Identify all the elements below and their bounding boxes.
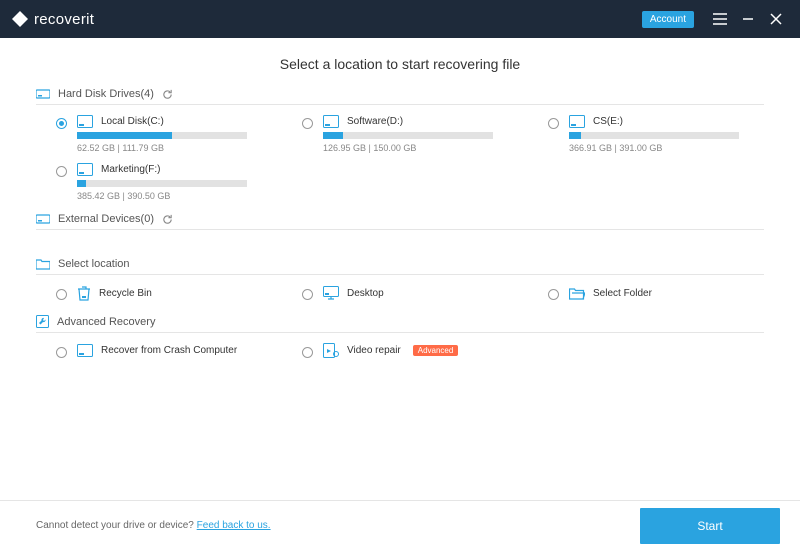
drive-size: 126.95 GB | 150.00 GB	[323, 143, 518, 153]
advanced-video-repair[interactable]: Video repair Advanced	[302, 343, 518, 358]
location-grid: Recycle Bin Desktop Select Folder	[36, 285, 764, 301]
drive-item-c[interactable]: Local Disk(C:) 62.52 GB | 111.79 GB	[56, 115, 272, 153]
radio-desktop[interactable]	[302, 289, 313, 300]
usage-bar	[323, 132, 493, 139]
drive-name: Local Disk(C:)	[101, 116, 164, 127]
drive-name: CS(E:)	[593, 116, 623, 127]
start-button[interactable]: Start	[640, 508, 780, 544]
drive-icon	[36, 88, 50, 100]
folder-icon	[36, 258, 50, 270]
video-repair-icon	[323, 343, 339, 358]
divider	[36, 332, 764, 333]
app-name: recoverit	[34, 11, 94, 28]
location-name: Select Folder	[593, 288, 652, 299]
radio-drive-c[interactable]	[56, 118, 67, 129]
divider	[36, 274, 764, 275]
page-title: Select a location to start recovering fi…	[36, 56, 764, 72]
app-window: recoverit Account Select a location to s…	[0, 0, 800, 550]
disk-icon	[569, 115, 585, 128]
titlebar: recoverit Account	[0, 0, 800, 38]
footer-prompt: Cannot detect your drive or device? Feed…	[36, 520, 271, 531]
location-name: Desktop	[347, 288, 384, 299]
feedback-link[interactable]: Feed back to us.	[197, 520, 271, 531]
drive-icon	[36, 213, 50, 225]
disk-icon	[77, 344, 93, 357]
section-label: Hard Disk Drives(4)	[58, 88, 154, 100]
refresh-icon[interactable]	[162, 214, 173, 225]
advanced-name: Recover from Crash Computer	[101, 345, 237, 356]
disk-icon	[77, 115, 93, 128]
section-header-location: Select location	[36, 258, 764, 270]
drive-item-f[interactable]: Marketing(F:) 385.42 GB | 390.50 GB	[56, 163, 272, 201]
recycle-bin-icon	[77, 285, 91, 301]
drive-size: 366.91 GB | 391.00 GB	[569, 143, 764, 153]
location-recycle-bin[interactable]: Recycle Bin	[56, 285, 272, 301]
usage-bar	[569, 132, 739, 139]
section-label: External Devices(0)	[58, 213, 154, 225]
radio-drive-e[interactable]	[548, 118, 559, 129]
menu-icon[interactable]	[708, 7, 732, 31]
close-icon[interactable]	[764, 7, 788, 31]
logo-icon	[12, 11, 28, 27]
section-header-external: External Devices(0)	[36, 213, 764, 225]
section-label: Select location	[58, 258, 130, 270]
radio-select-folder[interactable]	[548, 289, 559, 300]
wrench-icon	[36, 315, 49, 328]
account-button[interactable]: Account	[642, 11, 694, 28]
desktop-icon	[323, 286, 339, 300]
advanced-badge: Advanced	[413, 345, 459, 356]
section-header-drives: Hard Disk Drives(4)	[36, 88, 764, 100]
drive-size: 385.42 GB | 390.50 GB	[77, 191, 272, 201]
drive-item-e[interactable]: CS(E:) 366.91 GB | 391.00 GB	[548, 115, 764, 153]
folder-open-icon	[569, 287, 585, 300]
radio-drive-d[interactable]	[302, 118, 313, 129]
advanced-name: Video repair	[347, 345, 401, 356]
advanced-crash-recovery[interactable]: Recover from Crash Computer	[56, 343, 272, 358]
footer: Cannot detect your drive or device? Feed…	[0, 500, 800, 550]
drive-size: 62.52 GB | 111.79 GB	[77, 143, 272, 153]
divider	[36, 104, 764, 105]
section-header-advanced: Advanced Recovery	[36, 315, 764, 328]
drive-name: Marketing(F:)	[101, 164, 160, 175]
location-select-folder[interactable]: Select Folder	[548, 285, 764, 301]
main-content: Select a location to start recovering fi…	[0, 38, 800, 500]
section-label: Advanced Recovery	[57, 316, 155, 328]
usage-bar	[77, 180, 247, 187]
radio-crash-recovery[interactable]	[56, 347, 67, 358]
app-logo: recoverit	[12, 11, 94, 28]
disk-icon	[77, 163, 93, 176]
advanced-grid: Recover from Crash Computer Video repair…	[36, 343, 764, 358]
minimize-icon[interactable]	[736, 7, 760, 31]
radio-video-repair[interactable]	[302, 347, 313, 358]
divider	[36, 229, 764, 230]
location-name: Recycle Bin	[99, 288, 152, 299]
drive-name: Software(D:)	[347, 116, 403, 127]
usage-bar	[77, 132, 247, 139]
location-desktop[interactable]: Desktop	[302, 285, 518, 301]
disk-icon	[323, 115, 339, 128]
drive-grid: Local Disk(C:) 62.52 GB | 111.79 GB Soft…	[36, 115, 764, 201]
radio-recycle-bin[interactable]	[56, 289, 67, 300]
refresh-icon[interactable]	[162, 89, 173, 100]
footer-prompt-text: Cannot detect your drive or device?	[36, 520, 197, 531]
drive-item-d[interactable]: Software(D:) 126.95 GB | 150.00 GB	[302, 115, 518, 153]
radio-drive-f[interactable]	[56, 166, 67, 177]
